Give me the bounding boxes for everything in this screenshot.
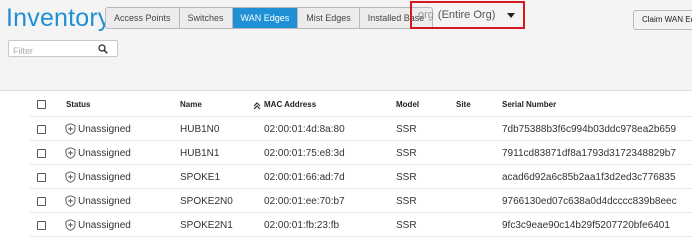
device-name: SPOKE2N0 <box>180 195 233 207</box>
tab-access-points[interactable]: Access Points <box>106 8 180 28</box>
filter-input[interactable] <box>9 43 97 59</box>
table-row[interactable]: Unassigned SPOKE1 02:00:01:66:ad:7d SSR … <box>0 165 692 189</box>
model: SSR <box>396 171 417 183</box>
shield-plus-icon <box>65 219 76 231</box>
mac-address: 02:00:01:4d:8a:80 <box>264 123 345 135</box>
row-checkbox[interactable] <box>37 148 46 158</box>
inventory-table: Status Name MAC Address Model Site Seria… <box>0 90 692 244</box>
select-all-checkbox[interactable] <box>37 99 46 109</box>
search-icon <box>98 44 108 54</box>
tab-wan-edges[interactable]: WAN Edges <box>232 8 299 28</box>
org-selector[interactable]: org (Entire Org) <box>418 9 516 21</box>
device-type-tabs: Access Points Switches WAN Edges Mist Ed… <box>105 7 434 29</box>
row-checkbox[interactable] <box>37 220 46 230</box>
status-text: Unassigned <box>78 123 131 135</box>
model: SSR <box>396 219 417 231</box>
status-text: Unassigned <box>78 171 131 183</box>
column-header-mac-address[interactable]: MAC Address <box>264 91 316 117</box>
row-checkbox[interactable] <box>37 124 46 134</box>
table-row[interactable]: Unassigned SPOKE2N1 02:00:01:fb:23:fb SS… <box>0 213 692 237</box>
table-header: Status Name MAC Address Model Site Seria… <box>0 91 692 117</box>
mac-address: 02:00:01:75:e8:3d <box>264 147 345 159</box>
caret-down-icon <box>507 12 516 18</box>
shield-plus-icon <box>65 123 76 135</box>
column-header-name[interactable]: Name <box>180 91 202 117</box>
sort-ascending-icon <box>253 102 261 110</box>
device-name: SPOKE2N1 <box>180 219 233 231</box>
serial-number: 9766130ed07c638a0d4dcccc839b8eec <box>502 195 677 207</box>
tab-switches[interactable]: Switches <box>179 8 233 28</box>
org-selector-value: (Entire Org) <box>437 9 496 21</box>
page-title: Inventory <box>6 4 111 32</box>
model: SSR <box>396 123 417 135</box>
row-checkbox[interactable] <box>37 172 46 182</box>
status-text: Unassigned <box>78 219 131 231</box>
row-checkbox[interactable] <box>37 196 46 206</box>
sort-column[interactable] <box>250 91 261 117</box>
mac-address: 02:00:01:fb:23:fb <box>264 219 340 231</box>
column-header-site[interactable]: Site <box>456 91 471 117</box>
filter-field[interactable] <box>8 40 118 59</box>
shield-plus-icon <box>65 195 76 207</box>
device-name: SPOKE1 <box>180 171 221 183</box>
column-header-status[interactable]: Status <box>66 91 90 117</box>
org-selector-prefix: org <box>418 9 434 21</box>
serial-number: 7911cd83871df8a1793d3172348829b7 <box>502 147 676 159</box>
device-name: HUB1N0 <box>180 123 220 135</box>
shield-plus-icon <box>65 147 76 159</box>
mac-address: 02:00:01:66:ad:7d <box>264 171 345 183</box>
device-name: HUB1N1 <box>180 147 220 159</box>
serial-number: 7db75388b3f6c994b03ddc978ea2b659 <box>502 123 677 135</box>
table-row[interactable]: Unassigned SPOKE2N0 02:00:01:ee:70:b7 SS… <box>0 189 692 213</box>
tab-mist-edges[interactable]: Mist Edges <box>298 8 360 28</box>
column-header-serial-number[interactable]: Serial Number <box>502 91 556 117</box>
model: SSR <box>396 195 417 207</box>
status-text: Unassigned <box>78 147 131 159</box>
table-row[interactable]: Unassigned HUB1N0 02:00:01:4d:8a:80 SSR … <box>0 117 692 141</box>
table-row[interactable]: Unassigned HUB1N1 02:00:01:75:e8:3d SSR … <box>0 141 692 165</box>
shield-plus-icon <box>65 171 76 183</box>
column-header-model[interactable]: Model <box>396 91 419 117</box>
claim-wan-edges-button[interactable]: Claim WAN Ed <box>633 10 692 30</box>
model: SSR <box>396 147 417 159</box>
mac-address: 02:00:01:ee:70:b7 <box>264 195 345 207</box>
serial-number: 9fc3c9eae90c14b29f5207720bfe6401 <box>502 219 670 231</box>
status-text: Unassigned <box>78 195 131 207</box>
serial-number: acad6d92a6c85b2aa1f3d2ed3c776835 <box>502 171 676 183</box>
